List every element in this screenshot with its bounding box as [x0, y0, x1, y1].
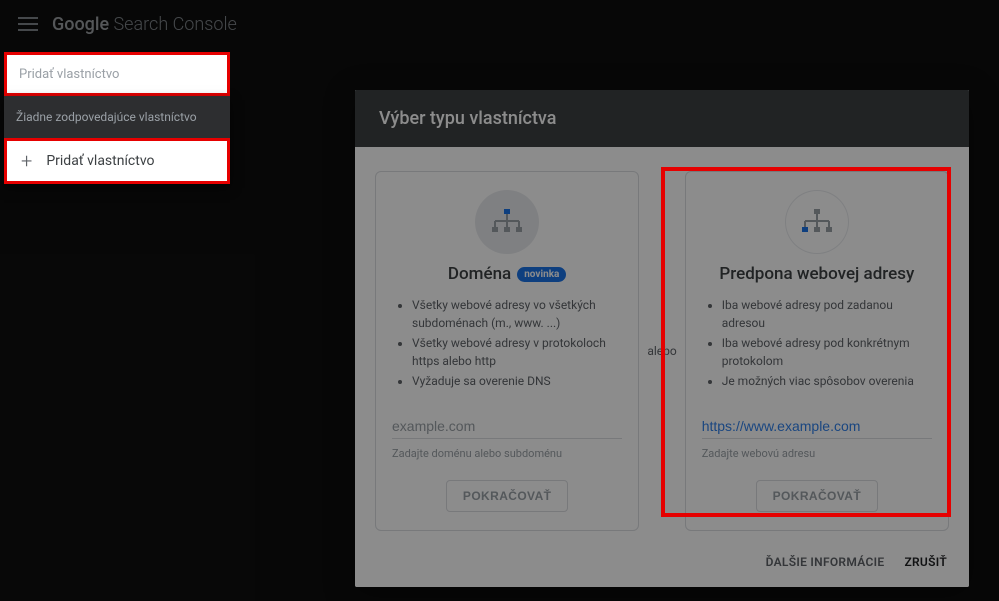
- property-search-input[interactable]: Pridať vlastníctvo: [4, 52, 230, 96]
- property-dropdown: Pridať vlastníctvo Žiadne zodpovedajúce …: [4, 52, 230, 184]
- plus-icon: +: [21, 149, 32, 173]
- brand-google: Google: [52, 14, 109, 35]
- dialog-dim-overlay: [355, 90, 969, 587]
- app-header: Google Search Console: [0, 0, 999, 48]
- no-matching-property: Žiadne zodpovedajúce vlastníctvo: [4, 96, 230, 138]
- brand-searchconsole: Search Console: [109, 14, 237, 35]
- brand: Google Search Console: [52, 14, 237, 35]
- add-property-label: Pridať vlastníctvo: [46, 153, 154, 169]
- hamburger-icon[interactable]: [18, 17, 38, 31]
- add-property-button[interactable]: + Pridať vlastníctvo: [4, 138, 230, 184]
- property-dropdown-panel: Žiadne zodpovedajúce vlastníctvo + Prida…: [4, 96, 230, 184]
- property-type-dialog: Výber typu vlastníctva: [355, 90, 969, 587]
- property-search-placeholder: Pridať vlastníctvo: [19, 67, 119, 82]
